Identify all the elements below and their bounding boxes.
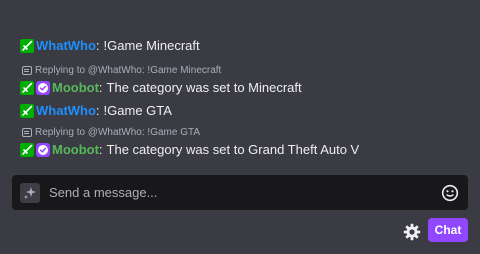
message-text: !Game GTA — [103, 103, 172, 118]
reply-context[interactable]: Replying to @WhatWho: !Game Minecraft — [22, 63, 470, 78]
chat-message-list: WhatWho: !Game Minecraft Replying to @Wh… — [20, 36, 470, 160]
smiley-icon[interactable] — [440, 183, 460, 203]
message-input[interactable] — [49, 177, 440, 208]
chat-message[interactable]: WhatWho: !Game GTA — [20, 101, 470, 121]
chat-composer — [12, 175, 468, 210]
moderator-sword-icon[interactable] — [20, 143, 34, 157]
message-text: !Game Minecraft — [103, 38, 200, 53]
chat-message[interactable]: Moobot: The category was set to Minecraf… — [20, 78, 470, 98]
message-text: The category was set to Minecraft — [106, 80, 302, 95]
reply-thread-icon — [22, 128, 32, 137]
chat-button[interactable]: Chat — [428, 218, 468, 242]
message-text: The category was set to Grand Theft Auto… — [106, 142, 360, 157]
reply-thread-icon — [22, 66, 32, 75]
moderator-sword-icon[interactable] — [20, 39, 34, 53]
reply-context[interactable]: Replying to @WhatWho: !Game GTA — [22, 125, 470, 140]
gear-icon[interactable] — [402, 222, 422, 242]
reply-text: Replying to @WhatWho: !Game GTA — [35, 127, 201, 138]
moderator-sword-icon[interactable] — [20, 81, 34, 95]
reply-text: Replying to @WhatWho: !Game Minecraft — [35, 65, 222, 76]
username[interactable]: WhatWho — [36, 36, 96, 56]
verified-bot-icon[interactable] — [36, 81, 50, 95]
chat-message[interactable]: WhatWho: !Game Minecraft — [20, 36, 470, 56]
verified-bot-icon[interactable] — [36, 143, 50, 157]
username[interactable]: Moobot — [52, 140, 99, 160]
username[interactable]: WhatWho — [36, 101, 96, 121]
username[interactable]: Moobot — [52, 78, 99, 98]
sparkle-icon[interactable] — [20, 182, 40, 203]
moderator-sword-icon[interactable] — [20, 104, 34, 118]
chat-message[interactable]: Moobot: The category was set to Grand Th… — [20, 140, 470, 160]
